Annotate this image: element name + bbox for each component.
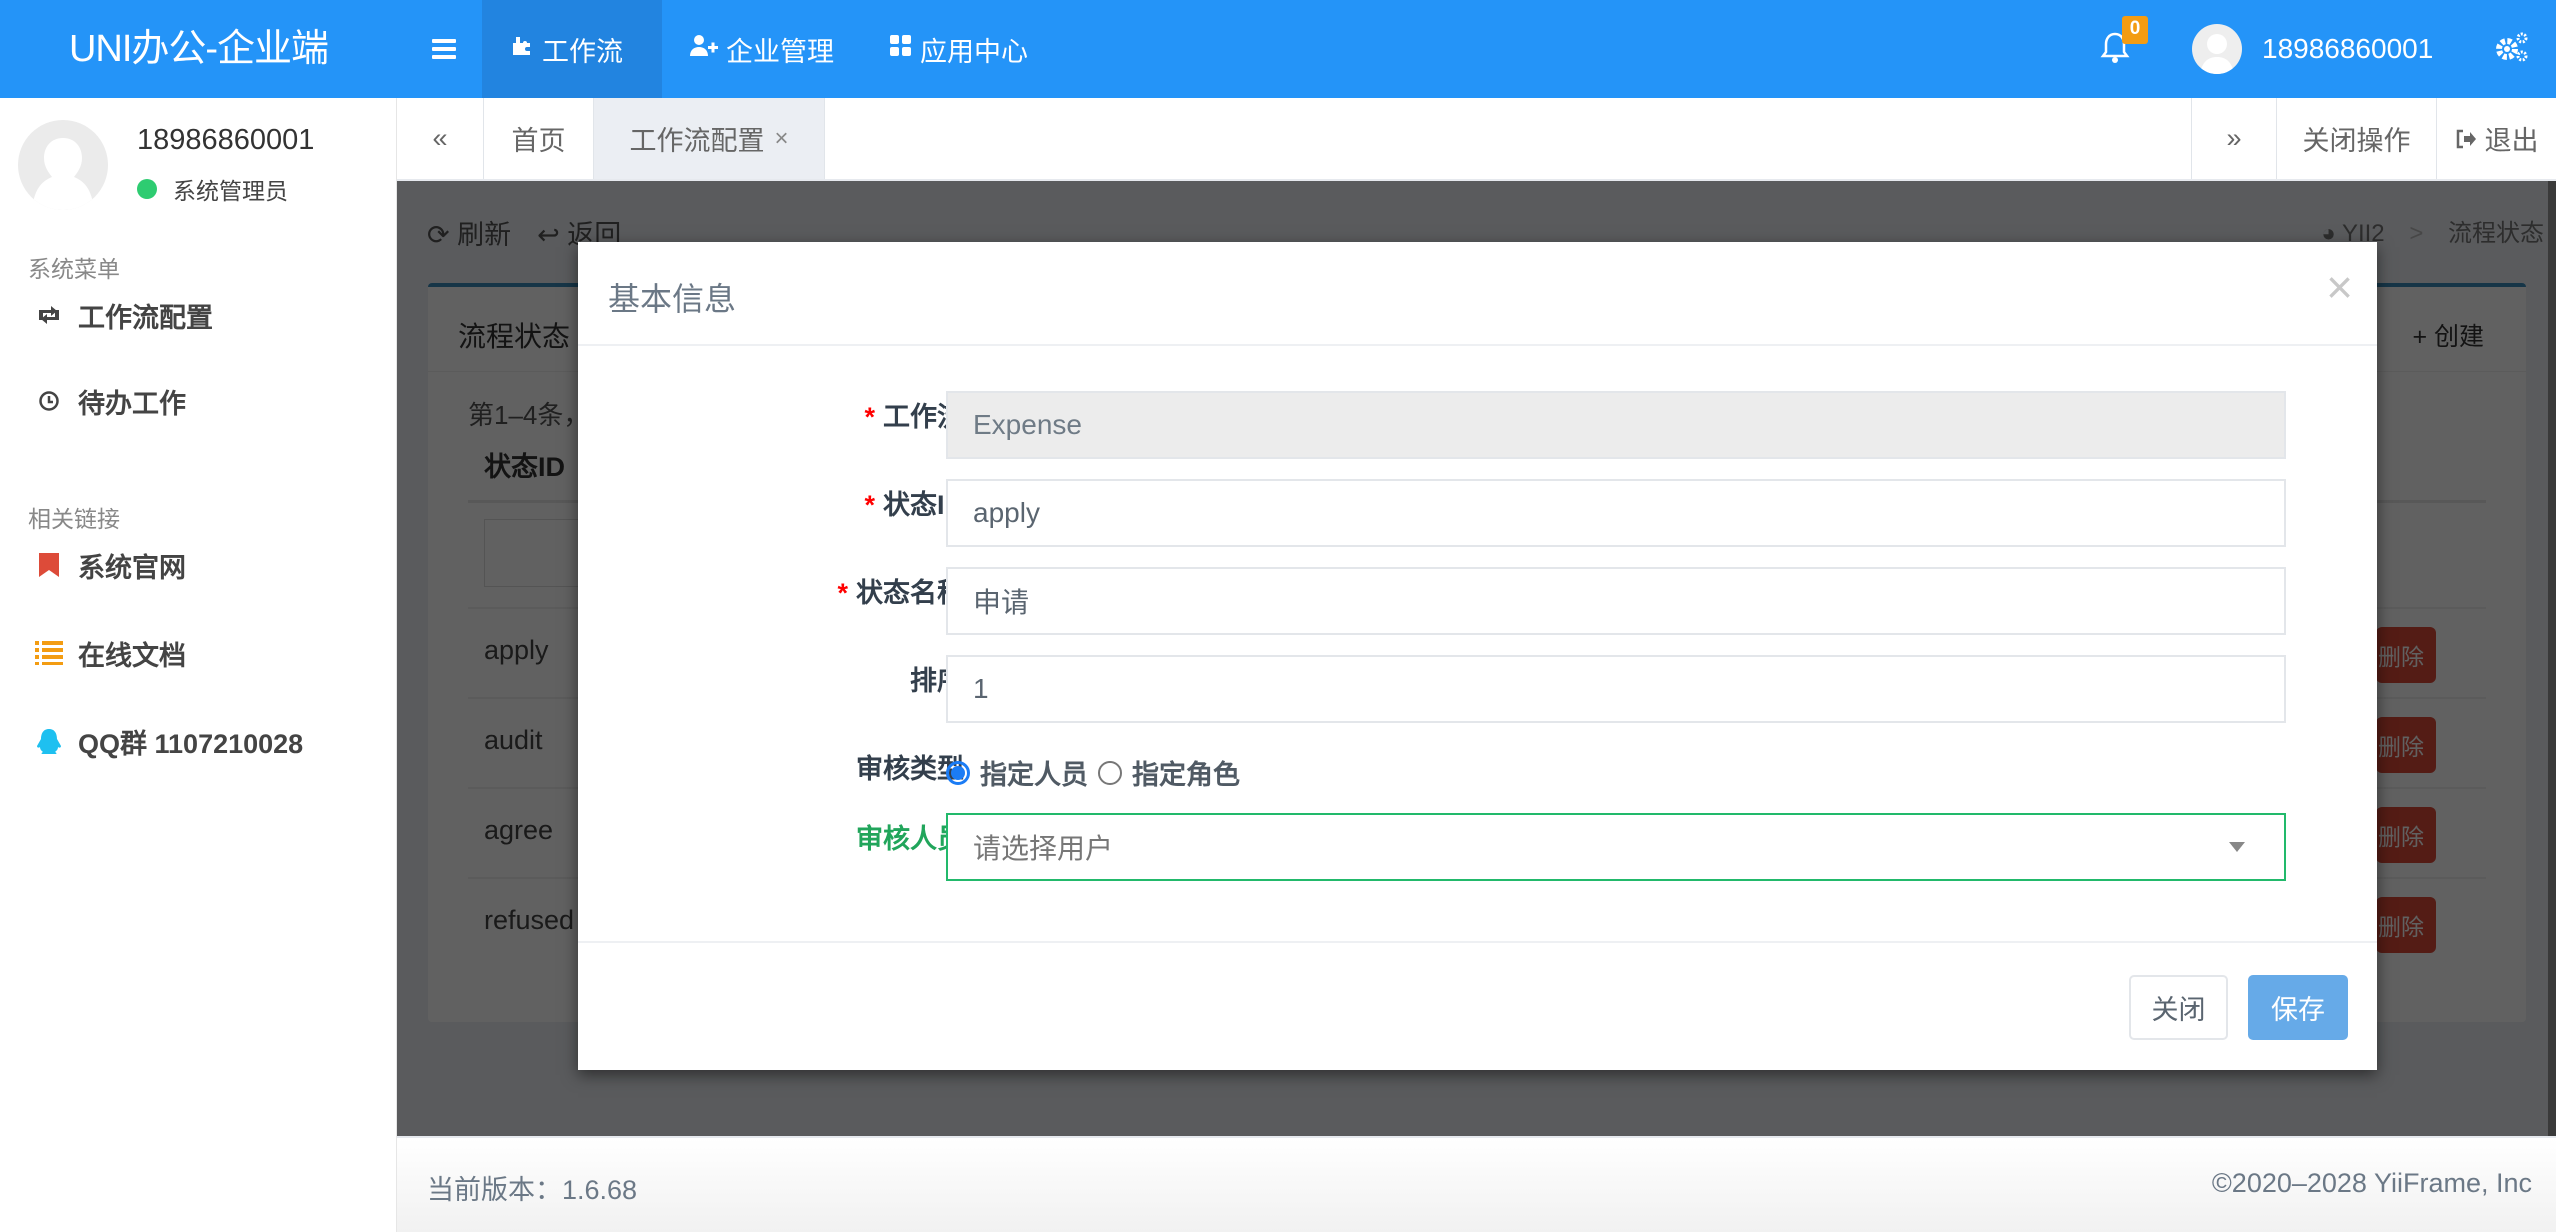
sidebar-section-links: 相关链接 — [28, 506, 120, 532]
brand-logo[interactable]: UNI办公-企业端 — [0, 0, 397, 98]
online-status-icon — [137, 179, 157, 199]
tab-label: 工作流配置 — [629, 126, 765, 156]
state-name-input[interactable]: 申请 — [946, 567, 2286, 635]
sidebar-avatar — [18, 120, 108, 210]
top-nav-label: 应用中心 — [920, 36, 1028, 67]
modal-title: 基本信息 — [608, 281, 737, 317]
tab-home[interactable]: 首页 — [484, 98, 594, 179]
top-nav-label: 工作流 — [542, 36, 623, 67]
basic-info-modal: 基本信息 × * 工作流 Expense * 状态ID apply * 状态名称 申请… — [578, 242, 2377, 1070]
sidebar-link-official-site[interactable]: 系统官网 — [0, 530, 396, 600]
sidebar-role: 系统管理员 — [137, 172, 288, 206]
close-tab-icon[interactable]: × — [774, 125, 788, 153]
tab-workflow-config[interactable]: 工作流配置 × — [594, 98, 825, 179]
role-label: 系统管理员 — [173, 178, 288, 204]
puzzle-icon — [510, 34, 534, 65]
clock-icon — [32, 390, 66, 412]
required-marker: * — [837, 578, 848, 608]
sidebar-toggle-button[interactable] — [405, 0, 482, 98]
top-navbar: UNI办公-企业端 工作流 企业管理 应用中心 0 18986860001 — [0, 0, 2556, 98]
top-nav: 工作流 企业管理 应用中心 — [482, 0, 1056, 98]
gears-icon — [2496, 32, 2528, 62]
sidebar-link-qq-group[interactable]: QQ群 1107210028 — [0, 706, 396, 776]
state-id-input[interactable]: apply — [946, 479, 2286, 547]
sidebar-item-label: 待办工作 — [78, 388, 186, 419]
workflow-input: Expense — [946, 391, 2286, 459]
version-text: 当前版本：1.6.68 — [427, 1175, 638, 1205]
sidebar-item-label: 系统官网 — [78, 552, 186, 583]
top-nav-enterprise[interactable]: 企业管理 — [662, 0, 862, 98]
user-avatar[interactable] — [2192, 24, 2242, 74]
audit-type-radio-group: 指定人员 指定角色 — [946, 753, 1250, 792]
logout-button[interactable]: 退出 — [2437, 98, 2556, 179]
top-nav-app-center[interactable]: 应用中心 — [862, 0, 1056, 98]
tab-bar: « 首页 工作流配置 × » 关闭操作 退出 — [397, 98, 2556, 181]
page-scrollbar[interactable] — [2548, 181, 2556, 1136]
select-placeholder: 请选择用户 — [973, 833, 1114, 864]
user-plus-icon — [690, 34, 718, 65]
bookmark-icon — [32, 553, 66, 577]
close-button[interactable]: 关闭 — [2129, 975, 2228, 1040]
retweet-icon — [32, 304, 66, 326]
sidebar: 18986860001 系统管理员 系统菜单 工作流配置 待办工作 相关链接 系… — [0, 98, 397, 1232]
sign-out-icon — [2456, 129, 2476, 148]
qq-icon — [32, 727, 66, 755]
sidebar-username: 18986860001 — [137, 124, 315, 156]
page-footer: 当前版本：1.6.68 ©2020–2028 YiiFrame, Inc — [397, 1136, 2556, 1232]
logout-label: 退出 — [2484, 126, 2539, 156]
caret-down-icon — [2229, 842, 2245, 852]
radio-label[interactable]: 指定人员 — [980, 753, 1088, 792]
sidebar-link-docs[interactable]: 在线文档 — [0, 618, 396, 688]
hamburger-icon — [431, 47, 456, 51]
radio-specified-person[interactable] — [946, 760, 970, 785]
sidebar-item-todo[interactable]: 待办工作 — [0, 366, 396, 436]
sidebar-section-menu: 系统菜单 — [28, 256, 120, 282]
required-marker: * — [864, 402, 875, 432]
modal-footer: 关闭 保存 — [578, 941, 2377, 1070]
top-nav-label: 企业管理 — [726, 36, 834, 67]
radio-label[interactable]: 指定角色 — [1132, 753, 1240, 792]
auditor-select[interactable]: 请选择用户 — [946, 813, 2286, 881]
radio-specified-role[interactable] — [1098, 760, 1122, 785]
modal-header: 基本信息 × — [578, 242, 2377, 346]
list-icon — [32, 641, 66, 665]
sort-input[interactable]: 1 — [946, 655, 2286, 723]
sidebar-item-label: 工作流配置 — [78, 302, 213, 333]
sidebar-item-workflow-config[interactable]: 工作流配置 — [0, 280, 396, 350]
copyright-text: ©2020–2028 YiiFrame, Inc — [2211, 1168, 2532, 1198]
required-marker: * — [864, 490, 875, 520]
settings-button[interactable] — [2494, 30, 2530, 66]
notification-badge: 0 — [2122, 16, 2148, 44]
tabs-scroll-right-button[interactable]: » — [2191, 98, 2277, 179]
save-button[interactable]: 保存 — [2248, 975, 2348, 1040]
modal-close-icon[interactable]: × — [2326, 264, 2353, 310]
tabs-scroll-left-button[interactable]: « — [397, 98, 484, 179]
user-menu[interactable]: 18986860001 — [2262, 0, 2433, 98]
close-operations-button[interactable]: 关闭操作 — [2277, 98, 2437, 179]
sidebar-item-label: 在线文档 — [78, 640, 186, 671]
top-nav-workflow[interactable]: 工作流 — [482, 0, 662, 98]
grid-icon — [890, 34, 912, 64]
sidebar-item-label: QQ群 1107210028 — [78, 728, 304, 759]
